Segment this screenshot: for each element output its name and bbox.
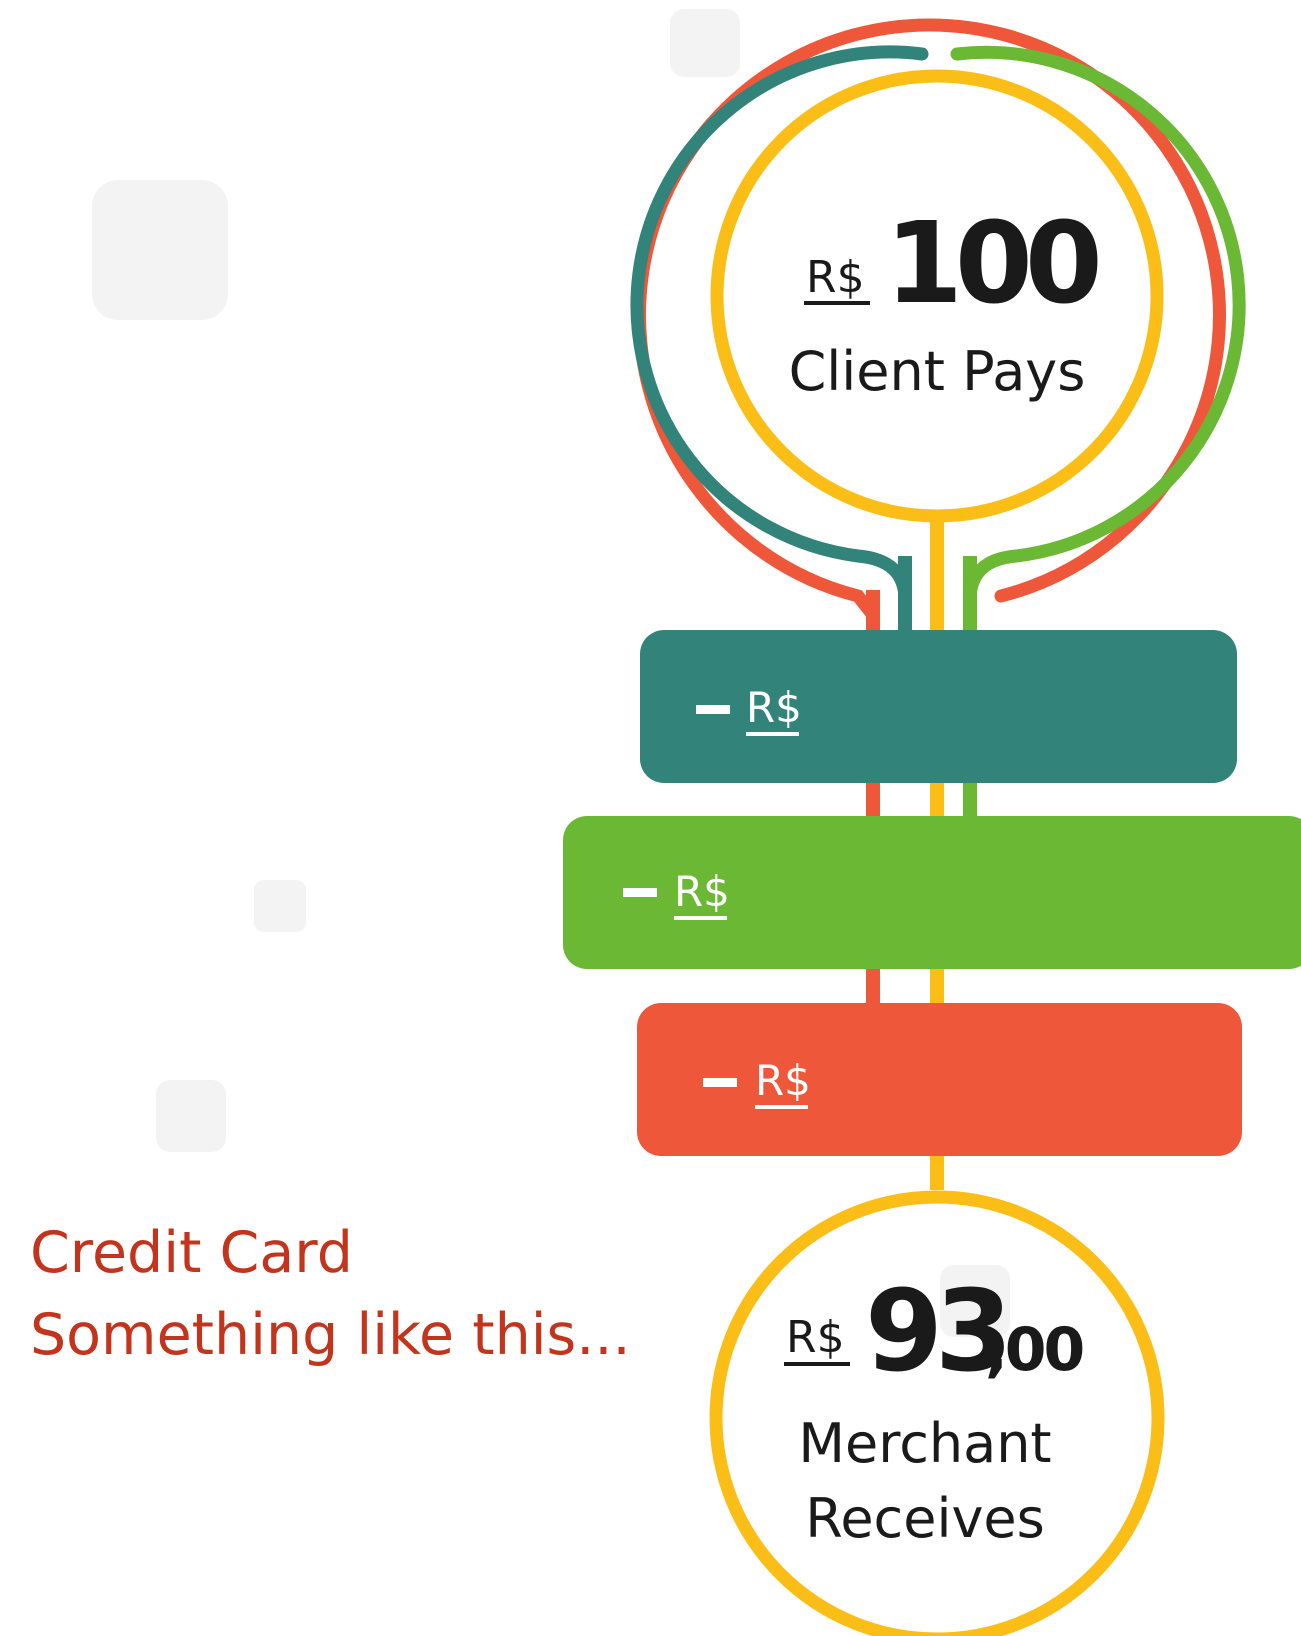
deduction-bar-green: R$ xyxy=(563,816,1301,969)
fee-flow-diagram: R$ 100 Client Pays R$ R$ R$ R$ 93 ,00 Me… xyxy=(563,18,1301,1636)
deduction-bar-teal: R$ xyxy=(640,630,1237,783)
caption: Credit Card Something like this... xyxy=(30,1212,631,1376)
bottom-cents: ,00 xyxy=(985,1315,1083,1385)
green-currency: R$ xyxy=(674,867,730,916)
top-circle-text: R$ 100 Client Pays xyxy=(789,199,1106,403)
top-label: Client Pays xyxy=(789,340,1086,403)
red-currency: R$ xyxy=(755,1056,811,1105)
bottom-currency-underline xyxy=(784,1362,850,1366)
caption-line-2: Something like this... xyxy=(30,1302,631,1368)
green-minus xyxy=(623,888,657,897)
bottom-label-line2: Receives xyxy=(805,1487,1045,1550)
deduction-bar-red: R$ xyxy=(637,1003,1242,1156)
caption-line-1: Credit Card xyxy=(30,1220,353,1286)
top-currency: R$ xyxy=(806,252,865,303)
bottom-currency: R$ xyxy=(786,1312,845,1363)
teal-minus xyxy=(696,705,730,714)
red-currency-underline xyxy=(755,1105,808,1109)
bottom-amount: 93 xyxy=(865,1267,1005,1397)
bottom-label-line1: Merchant xyxy=(798,1412,1051,1475)
green-currency-underline xyxy=(674,916,727,920)
top-currency-underline xyxy=(804,301,870,305)
teal-currency: R$ xyxy=(746,683,802,732)
red-minus xyxy=(703,1078,737,1087)
top-amount: 100 xyxy=(885,199,1098,329)
teal-currency-underline xyxy=(746,732,799,736)
bottom-circle: R$ 93 ,00 Merchant Receives xyxy=(709,1190,1165,1636)
